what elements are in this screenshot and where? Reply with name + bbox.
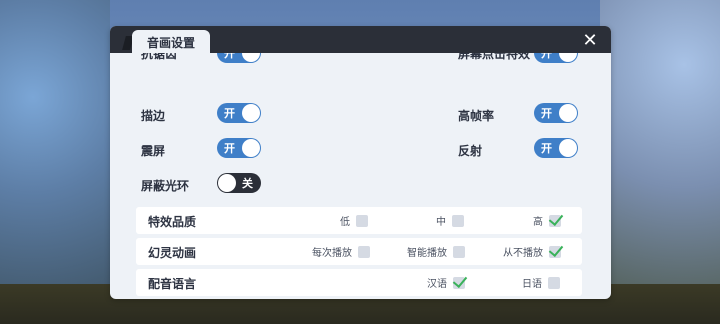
option-text: 日语 (522, 279, 542, 290)
background-scene-right (600, 0, 720, 324)
tab-title: 音画设置 (146, 35, 195, 50)
option-label: 特效品质 (148, 215, 197, 229)
checkbox-checked[interactable] (549, 214, 561, 227)
option-row-voice-language: 配音语言 汉语 日语 (136, 269, 582, 296)
settings-content: 抗锯齿 开 屏幕点击特效 开 描边 开 高帧率 开 震屏 开 反射 开 屏蔽光环… (110, 53, 611, 299)
checkbox[interactable] (453, 245, 465, 258)
toggle-state-label: 开 (541, 107, 552, 120)
option-row-effect-quality: 特效品质 低 中 高 (136, 207, 582, 234)
audio-visual-settings-dialog: 音画设置 ✕ 抗锯齿 开 屏幕点击特效 开 描边 开 高帧率 开 震屏 开 反射… (110, 26, 611, 299)
toggle-reflection[interactable]: 开 (534, 138, 578, 158)
checkbox[interactable] (356, 214, 368, 227)
toggle-anti-aliasing[interactable]: 开 (217, 53, 261, 63)
option-text: 汉语 (427, 279, 447, 290)
checkbox[interactable] (358, 245, 370, 258)
option-text: 高 (533, 217, 543, 228)
toggle-state-label: 开 (541, 142, 552, 155)
label-anti-aliasing: 抗锯齿 (141, 53, 178, 61)
toggle-knob (242, 53, 260, 62)
checkbox-checked[interactable] (549, 245, 561, 258)
tab-audio-visual-settings[interactable]: 音画设置 (132, 30, 210, 54)
label-high-frame-rate: 高帧率 (458, 109, 495, 123)
option-label: 配音语言 (148, 277, 197, 291)
toggle-outline[interactable]: 开 (217, 103, 261, 123)
option-smart-play[interactable]: 智能播放 (407, 243, 465, 260)
toggle-knob (559, 139, 577, 157)
option-low[interactable]: 低 (340, 212, 368, 229)
checkbox-checked[interactable] (453, 276, 465, 289)
option-medium[interactable]: 中 (436, 212, 464, 229)
option-text: 从不播放 (503, 248, 543, 259)
toggle-hide-halo[interactable]: 关 (217, 173, 261, 193)
toggle-knob (242, 139, 260, 157)
toggle-high-frame-rate[interactable]: 开 (534, 103, 578, 123)
close-icon: ✕ (582, 29, 598, 51)
toggle-state-label: 关 (242, 177, 253, 190)
option-row-spirit-animation: 幻灵动画 每次播放 智能播放 从不播放 (136, 238, 582, 265)
option-high[interactable]: 高 (533, 212, 561, 229)
option-text: 每次播放 (312, 248, 352, 259)
label-outline: 描边 (141, 109, 166, 123)
label-reflection: 反射 (458, 144, 483, 158)
toggle-knob (559, 104, 577, 122)
toggle-knob (242, 104, 260, 122)
checkbox[interactable] (548, 276, 560, 289)
option-chinese[interactable]: 汉语 (427, 274, 465, 291)
label-tap-effect: 屏幕点击特效 (458, 53, 531, 61)
option-label: 幻灵动画 (148, 246, 197, 260)
checkbox[interactable] (452, 214, 464, 227)
toggle-knob (218, 174, 236, 192)
background-scene-left (0, 0, 110, 324)
close-button[interactable]: ✕ (579, 29, 601, 51)
label-screen-shake: 震屏 (141, 144, 166, 158)
toggle-state-label: 开 (224, 142, 235, 155)
toggle-knob (559, 53, 577, 62)
option-japanese[interactable]: 日语 (522, 274, 560, 291)
dialog-header: 音画设置 ✕ (110, 26, 611, 54)
toggle-state-label: 开 (224, 53, 235, 60)
toggle-tap-effect[interactable]: 开 (534, 53, 578, 63)
option-play-every-time[interactable]: 每次播放 (312, 243, 370, 260)
label-hide-halo: 屏蔽光环 (141, 179, 190, 193)
option-text: 低 (340, 217, 350, 228)
toggle-screen-shake[interactable]: 开 (217, 138, 261, 158)
option-text: 智能播放 (407, 248, 447, 259)
option-never-play[interactable]: 从不播放 (503, 243, 561, 260)
toggle-state-label: 开 (541, 53, 552, 60)
option-text: 中 (436, 217, 446, 228)
toggle-state-label: 开 (224, 107, 235, 120)
